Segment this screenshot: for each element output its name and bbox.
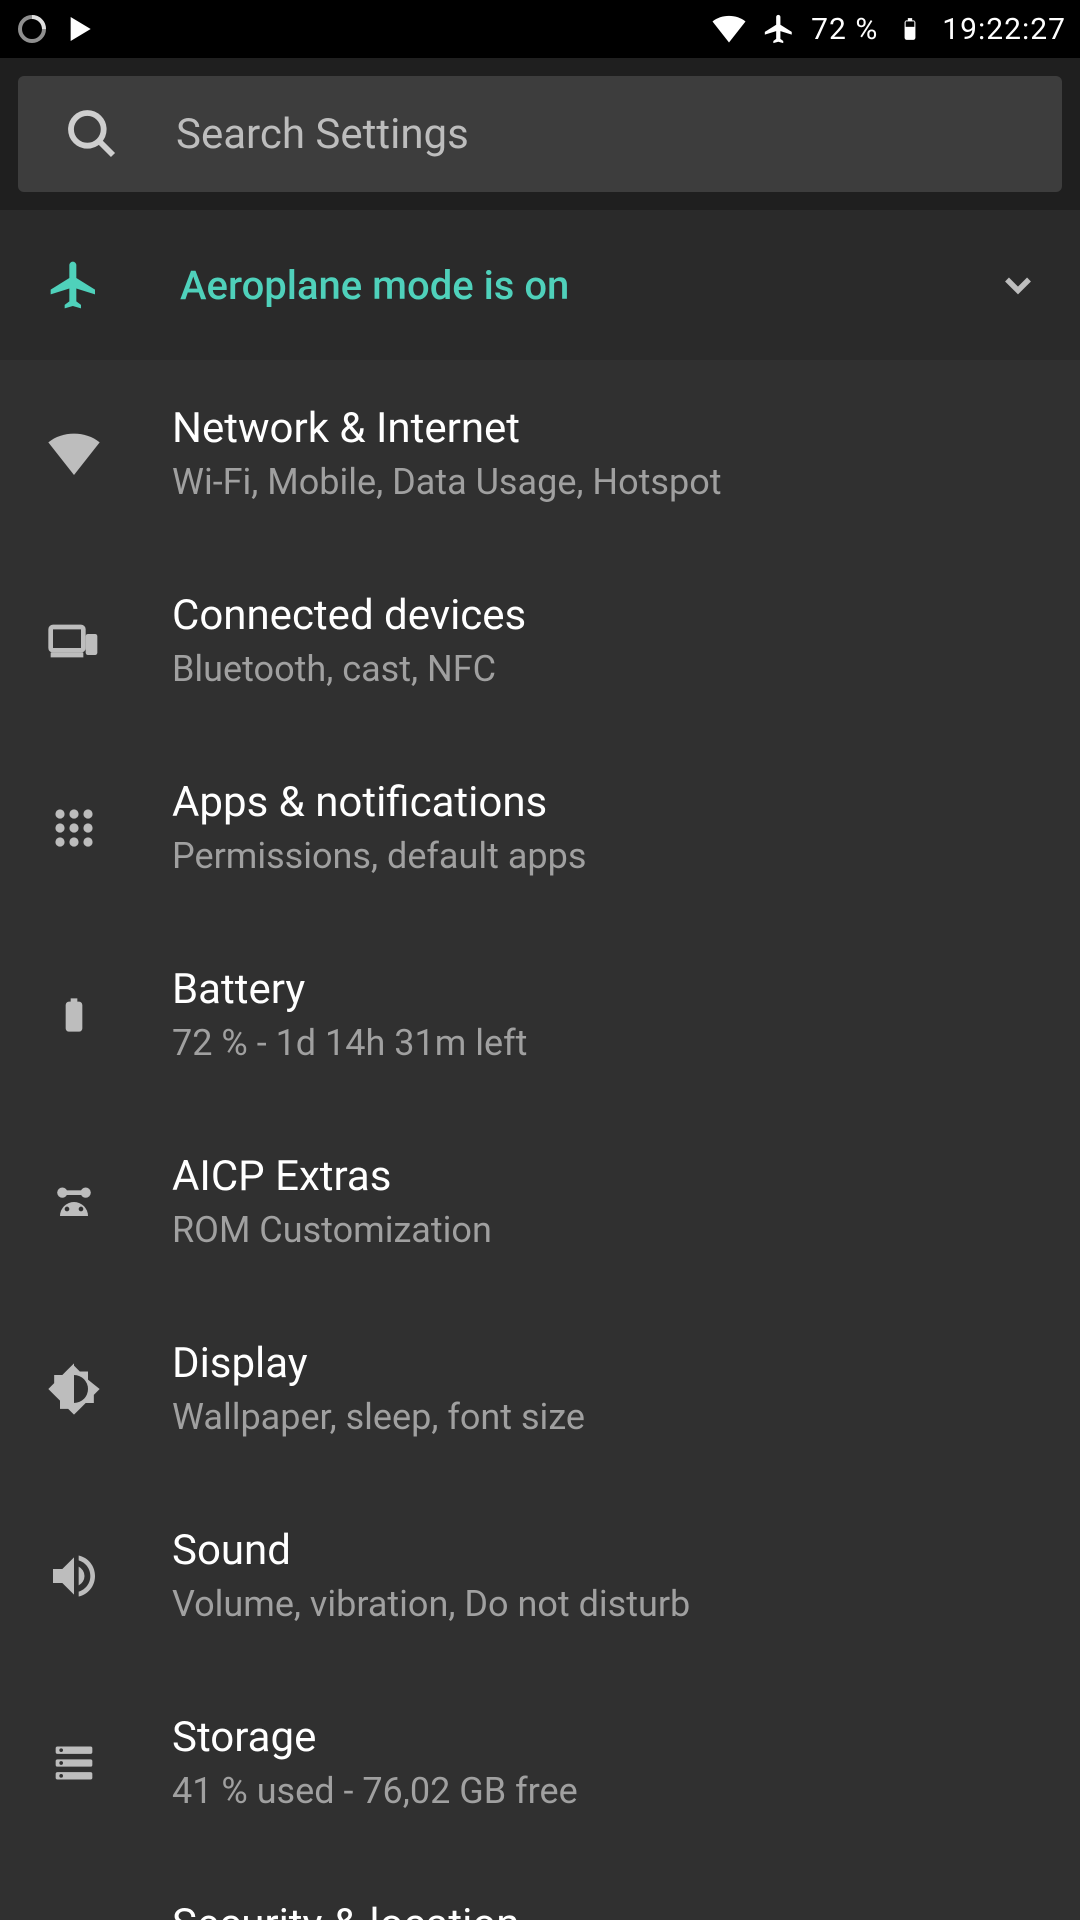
battery-icon	[46, 987, 102, 1043]
wifi-icon	[46, 426, 102, 482]
row-title: Security & location	[172, 1900, 538, 1920]
row-subtitle: Bluetooth, cast, NFC	[172, 648, 526, 690]
row-aicp-extras[interactable]: AICP Extras ROM Customization	[0, 1108, 1080, 1295]
row-sound[interactable]: Sound Volume, vibration, Do not disturb	[0, 1482, 1080, 1669]
row-title: Battery	[172, 965, 527, 1014]
row-subtitle: 41 % used - 76,02 GB free	[172, 1770, 578, 1812]
devices-icon	[46, 613, 102, 669]
row-subtitle: Permissions, default apps	[172, 835, 586, 877]
notification-spinner-icon	[14, 11, 50, 47]
play-store-notification-icon	[62, 11, 98, 47]
row-storage[interactable]: Storage 41 % used - 76,02 GB free	[0, 1669, 1080, 1856]
search-placeholder: Search Settings	[176, 110, 469, 159]
row-subtitle: Wi-Fi, Mobile, Data Usage, Hotspot	[172, 461, 722, 503]
banner-text: Aeroplane mode is on	[180, 262, 569, 309]
battery-percentage-text: 72 %	[811, 12, 878, 47]
row-subtitle: Volume, vibration, Do not disturb	[172, 1583, 690, 1625]
row-title: AICP Extras	[172, 1152, 492, 1201]
row-battery[interactable]: Battery 72 % - 1d 14h 31m left	[0, 921, 1080, 1108]
apps-grid-icon	[46, 800, 102, 856]
row-subtitle: ROM Customization	[172, 1209, 492, 1251]
sound-icon	[46, 1548, 102, 1604]
row-subtitle: Wallpaper, sleep, font size	[172, 1396, 585, 1438]
clock-text: 19:22:27	[942, 12, 1066, 47]
row-title: Sound	[172, 1526, 690, 1575]
row-connected-devices[interactable]: Connected devices Bluetooth, cast, NFC	[0, 547, 1080, 734]
aicp-icon	[46, 1174, 102, 1230]
row-network-internet[interactable]: Network & Internet Wi-Fi, Mobile, Data U…	[0, 360, 1080, 547]
airplane-mode-banner[interactable]: Aeroplane mode is on	[0, 210, 1080, 360]
wifi-status-icon	[711, 11, 747, 47]
battery-status-icon	[892, 11, 928, 47]
row-title: Apps & notifications	[172, 778, 586, 827]
search-container: Search Settings	[0, 58, 1080, 210]
airplane-icon	[46, 257, 102, 313]
search-icon	[64, 106, 120, 162]
status-bar: 72 % 19:22:27	[0, 0, 1080, 58]
storage-icon	[46, 1735, 102, 1791]
row-security-location[interactable]: Security & location Screen lock, fingerp…	[0, 1856, 1080, 1920]
row-subtitle: 72 % - 1d 14h 31m left	[172, 1022, 527, 1064]
row-title: Connected devices	[172, 591, 526, 640]
search-settings-field[interactable]: Search Settings	[18, 76, 1062, 192]
chevron-down-icon	[996, 263, 1040, 307]
row-title: Network & Internet	[172, 404, 722, 453]
row-title: Display	[172, 1339, 585, 1388]
row-apps-notifications[interactable]: Apps & notifications Permissions, defaul…	[0, 734, 1080, 921]
airplane-status-icon	[761, 11, 797, 47]
settings-list: Network & Internet Wi-Fi, Mobile, Data U…	[0, 360, 1080, 1920]
row-title: Storage	[172, 1713, 578, 1762]
row-display[interactable]: Display Wallpaper, sleep, font size	[0, 1295, 1080, 1482]
brightness-icon	[46, 1361, 102, 1417]
